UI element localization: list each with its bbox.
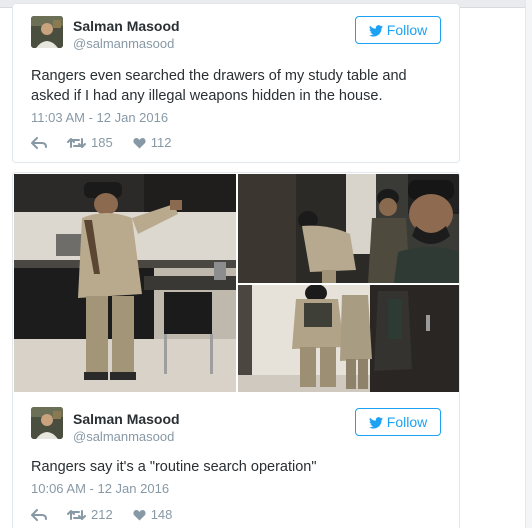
tweet-text: Rangers even searched the drawers of my … [31, 68, 407, 104]
tweet-card: Salman Masood @salmanmasood Follow Range… [12, 392, 460, 528]
twitter-bird-icon [368, 24, 383, 37]
follow-button[interactable]: Follow [355, 16, 441, 44]
retweet-button[interactable]: 185 [67, 135, 113, 150]
author-name[interactable]: Salman Masood [73, 411, 180, 427]
retweet-count: 212 [91, 507, 113, 522]
tweet-photo-kitchen[interactable] [14, 174, 236, 392]
tweet-timestamp[interactable]: 11:03 AM - 12 Jan 2016 [31, 110, 168, 125]
reply-arrow-icon [31, 136, 47, 149]
tweet-actions: 212 148 [31, 507, 192, 522]
author-handle[interactable]: @salmanmasood [73, 429, 174, 444]
tweet-photo-doorway[interactable] [238, 285, 459, 392]
twitter-bird-icon [368, 416, 383, 429]
follow-label: Follow [386, 414, 428, 430]
author-name[interactable]: Salman Masood [73, 18, 180, 34]
reply-arrow-icon [31, 508, 47, 521]
author-handle[interactable]: @salmanmasood [73, 36, 174, 51]
retweet-button[interactable]: 212 [67, 507, 113, 522]
avatar[interactable] [31, 16, 63, 48]
tweet-actions: 185 112 [31, 135, 191, 150]
tweet-photo-hallway[interactable] [238, 174, 459, 283]
retweet-icon [67, 137, 86, 149]
follow-label: Follow [386, 22, 428, 38]
tweet-card: Salman Masood @salmanmasood Follow Range… [12, 3, 460, 163]
tweet-text: Rangers say it's a "routine search opera… [31, 459, 317, 475]
tweet-photo-grid [12, 172, 460, 392]
like-count: 112 [150, 135, 172, 150]
tweet-timestamp[interactable]: 10:06 AM - 12 Jan 2016 [31, 481, 169, 496]
like-count: 148 [150, 507, 173, 522]
like-button[interactable]: 148 [133, 507, 173, 522]
heart-icon [133, 137, 146, 149]
retweet-count: 185 [91, 135, 113, 150]
scrollbar-track[interactable] [525, 0, 532, 528]
reply-button[interactable] [31, 508, 47, 521]
avatar[interactable] [31, 407, 63, 439]
like-button[interactable]: 112 [133, 135, 172, 150]
follow-button[interactable]: Follow [355, 408, 441, 436]
reply-button[interactable] [31, 136, 47, 149]
heart-icon [133, 509, 146, 521]
retweet-icon [67, 509, 86, 521]
